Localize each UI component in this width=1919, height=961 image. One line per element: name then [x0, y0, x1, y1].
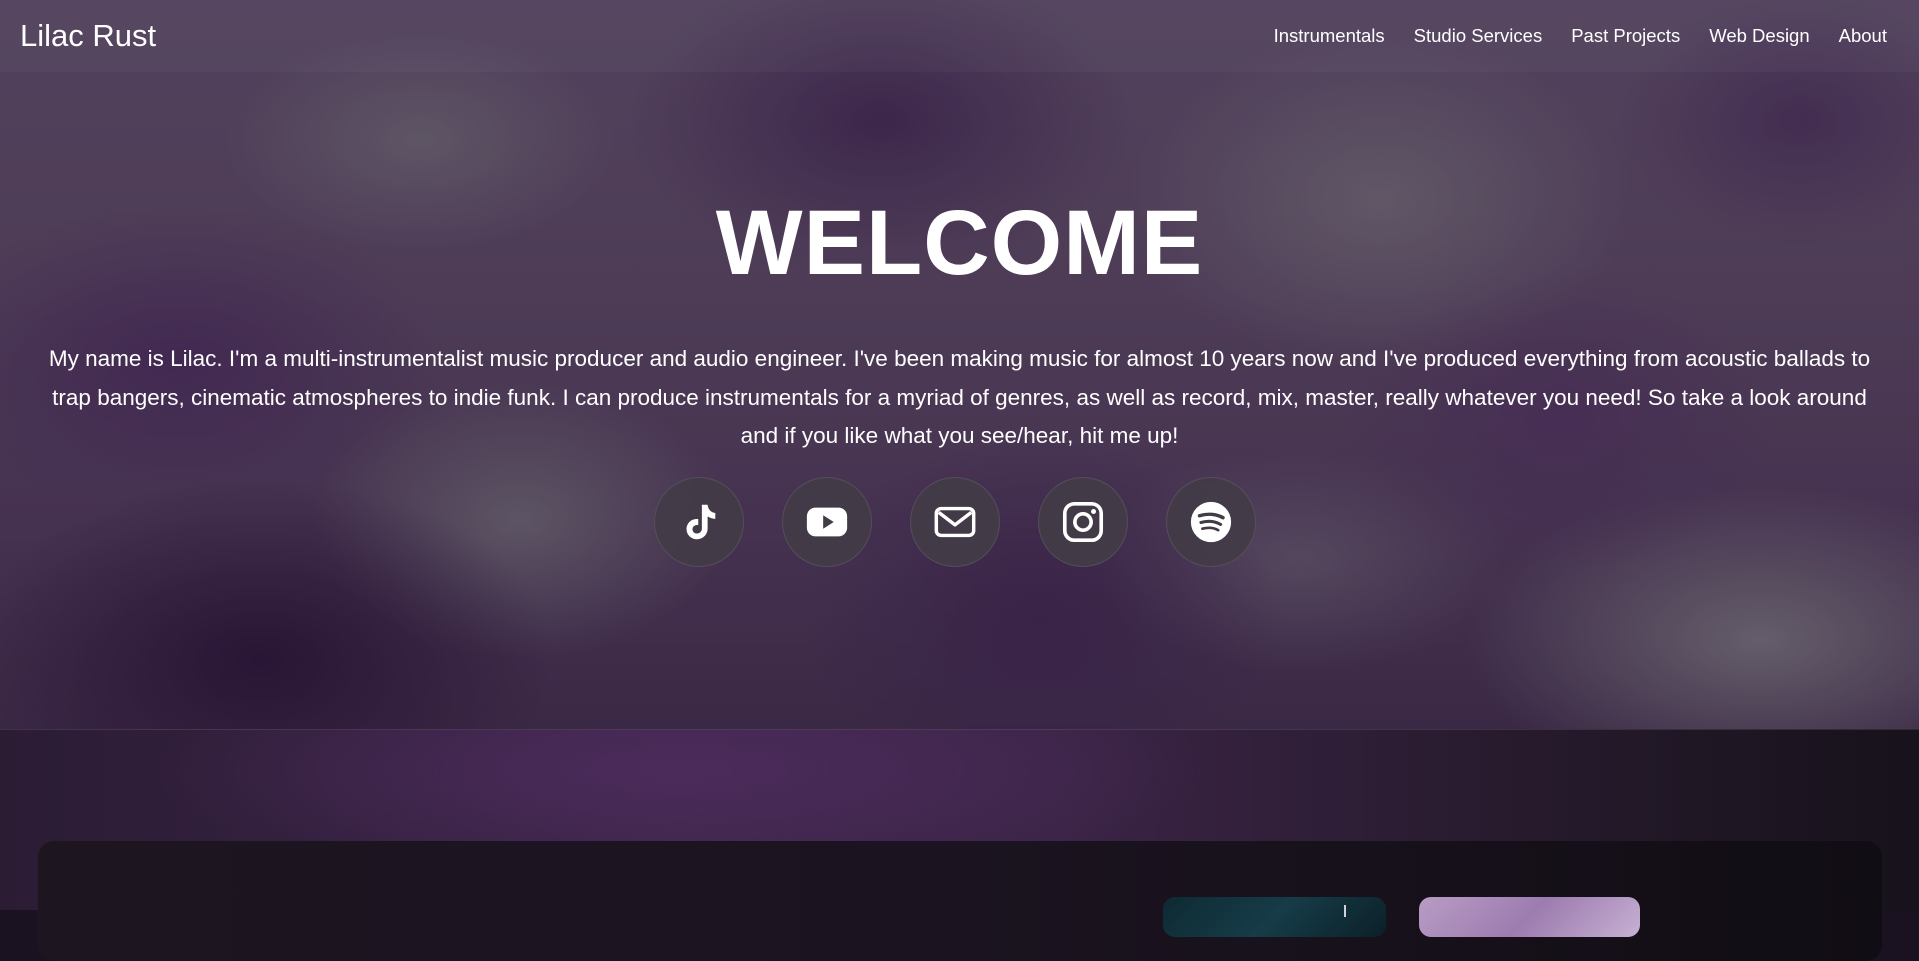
intro-paragraph: My name is Lilac. I'm a multi-instrument…: [48, 346, 1871, 448]
youtube-link[interactable]: [782, 477, 872, 567]
top-navigation-bar: Lilac Rust Instrumentals Studio Services…: [0, 0, 1919, 72]
tiktok-link[interactable]: [654, 477, 744, 567]
spotify-link[interactable]: [1166, 477, 1256, 567]
instagram-icon: [1062, 501, 1104, 543]
nav-link-about[interactable]: About: [1839, 24, 1887, 48]
projects-section: [0, 729, 1919, 961]
instagram-link[interactable]: [1038, 477, 1128, 567]
email-link[interactable]: [910, 477, 1000, 567]
nav-link-instrumentals[interactable]: Instrumentals: [1274, 24, 1385, 48]
youtube-icon: [806, 507, 848, 537]
site-brand[interactable]: Lilac Rust: [20, 16, 156, 56]
email-icon: [934, 506, 976, 538]
project-thumbnail[interactable]: [1163, 897, 1386, 937]
welcome-heading: WELCOME: [715, 192, 1204, 294]
social-links: [654, 477, 1256, 567]
tiktok-icon: [686, 504, 716, 540]
nav-link-web-design[interactable]: Web Design: [1709, 24, 1809, 48]
spotify-icon: [1190, 501, 1232, 543]
nav-link-studio-services[interactable]: Studio Services: [1414, 24, 1543, 48]
nav-link-past-projects[interactable]: Past Projects: [1571, 24, 1680, 48]
project-thumbnail[interactable]: [1419, 897, 1640, 937]
main-nav: Instrumentals Studio Services Past Proje…: [1274, 24, 1887, 48]
thumbnail-mark: [1344, 905, 1346, 917]
